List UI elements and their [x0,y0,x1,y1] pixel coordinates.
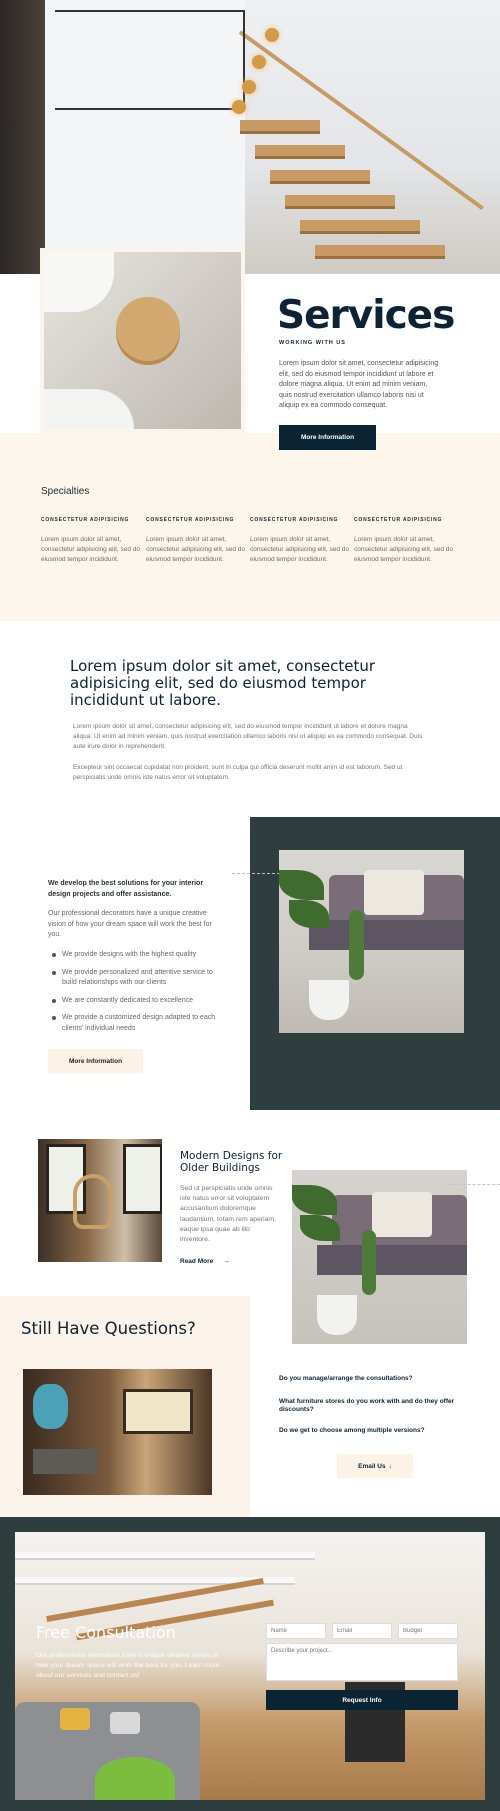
consultation-body: Our professional decorators have a uniqu… [36,1652,220,1679]
lead-paragraph: Lorem ipsum dolor sit amet, consectetur … [73,723,423,750]
read-more-link[interactable]: Read More → [180,1258,230,1265]
specialty-text: Lorem ipsum dolor sit amet, consectetur … [146,536,246,563]
faq-question[interactable]: What furniture stores do you work with a… [279,1398,469,1414]
budget-field[interactable] [398,1623,458,1639]
list-item-text: We provide personalized and attentive se… [62,968,213,987]
list-item: We are constantly dedicated to excellenc… [48,996,223,1007]
develop-list: We provide designs with the highest qual… [48,950,223,1041]
list-item-text: We are constantly dedicated to excellenc… [62,996,194,1004]
request-info-button[interactable]: Request Info [266,1690,458,1710]
living-room-photo [23,1369,212,1495]
name-field[interactable] [266,1623,326,1639]
plant-sofa-photo [279,850,464,1033]
lead-heading: Lorem ipsum dolor sit amet, consectetur … [70,657,376,709]
email-field[interactable] [332,1623,392,1639]
specialty-item: CONSECTETUR ADIPISICING Lorem ipsum dolo… [250,517,350,565]
dashed-divider-2 [443,1184,500,1185]
specialty-heading: CONSECTETUR ADIPISICING [354,517,443,523]
arrow-right-icon: → [223,1258,230,1265]
specialty-item: CONSECTETUR ADIPISICING Lorem ipsum dolo… [41,517,141,565]
modern-designs-body: Sed ut perspiciatis unde omnis iste natu… [180,1185,276,1244]
specialties-title: Specialties [41,486,90,497]
lead-paragraph: Excepteur sint occaecat cupidatat non pr… [73,764,403,781]
hero-staircase-image [0,0,500,274]
email-us-label: Email Us [358,1462,386,1470]
bullet-icon [52,970,56,975]
bullet-icon [52,1016,56,1020]
project-description-field[interactable] [266,1643,458,1681]
consultation-title: Free Consultation [36,1623,176,1642]
specialty-heading: CONSECTETUR ADIPISICING [41,517,130,523]
more-information-button-2[interactable]: More Information [48,1049,143,1073]
specialty-text: Lorem ipsum dolor sit amet, consectetur … [250,536,350,563]
list-item-text: We provide a customized design adapted t… [62,1014,216,1032]
more-information-button[interactable]: More Information [279,425,376,450]
list-item: We provide a customized design adapted t… [48,1013,223,1034]
read-more-label: Read More [180,1258,214,1265]
email-us-button[interactable]: Email Us ↓ [337,1454,413,1478]
list-item: We provide personalized and attentive se… [48,968,223,989]
specialty-heading: CONSECTETUR ADIPISICING [146,517,235,523]
list-item: We provide designs with the highest qual… [48,950,223,961]
modern-designs-title: Modern Designs for Older Buildings [180,1150,283,1174]
develop-heading: We develop the best solutions for your i… [48,880,204,898]
list-item-text: We provide designs with the highest qual… [62,951,197,958]
services-subtitle: WORKING WITH US [279,340,346,346]
bullet-icon [52,953,56,957]
faq-question[interactable]: Do you manage/arrange the consultations? [279,1375,469,1383]
specialty-heading: CONSECTETUR ADIPISICING [250,517,339,523]
services-body: Lorem ipsum dolor sit amet, consectetur … [279,360,439,409]
questions-title: Still Have Questions? [21,1319,196,1338]
specialty-text: Lorem ipsum dolor sit amet, consectetur … [41,536,141,563]
services-photo [40,248,245,433]
specialty-item: CONSECTETUR ADIPISICING Lorem ipsum dolo… [146,517,246,565]
develop-body: Our professional decorators have a uniqu… [48,910,212,938]
specialty-item: CONSECTETUR ADIPISICING Lorem ipsum dolo… [354,517,454,565]
services-title: Services [277,293,455,338]
plant-sofa-photo-2 [292,1170,467,1344]
arrow-down-icon: ↓ [388,1462,392,1470]
bullet-icon [52,998,56,1003]
specialty-text: Lorem ipsum dolor sit amet, consectetur … [354,536,454,563]
hanging-chair-photo [38,1139,162,1262]
faq-question[interactable]: Do we get to choose among multiple versi… [279,1427,469,1435]
